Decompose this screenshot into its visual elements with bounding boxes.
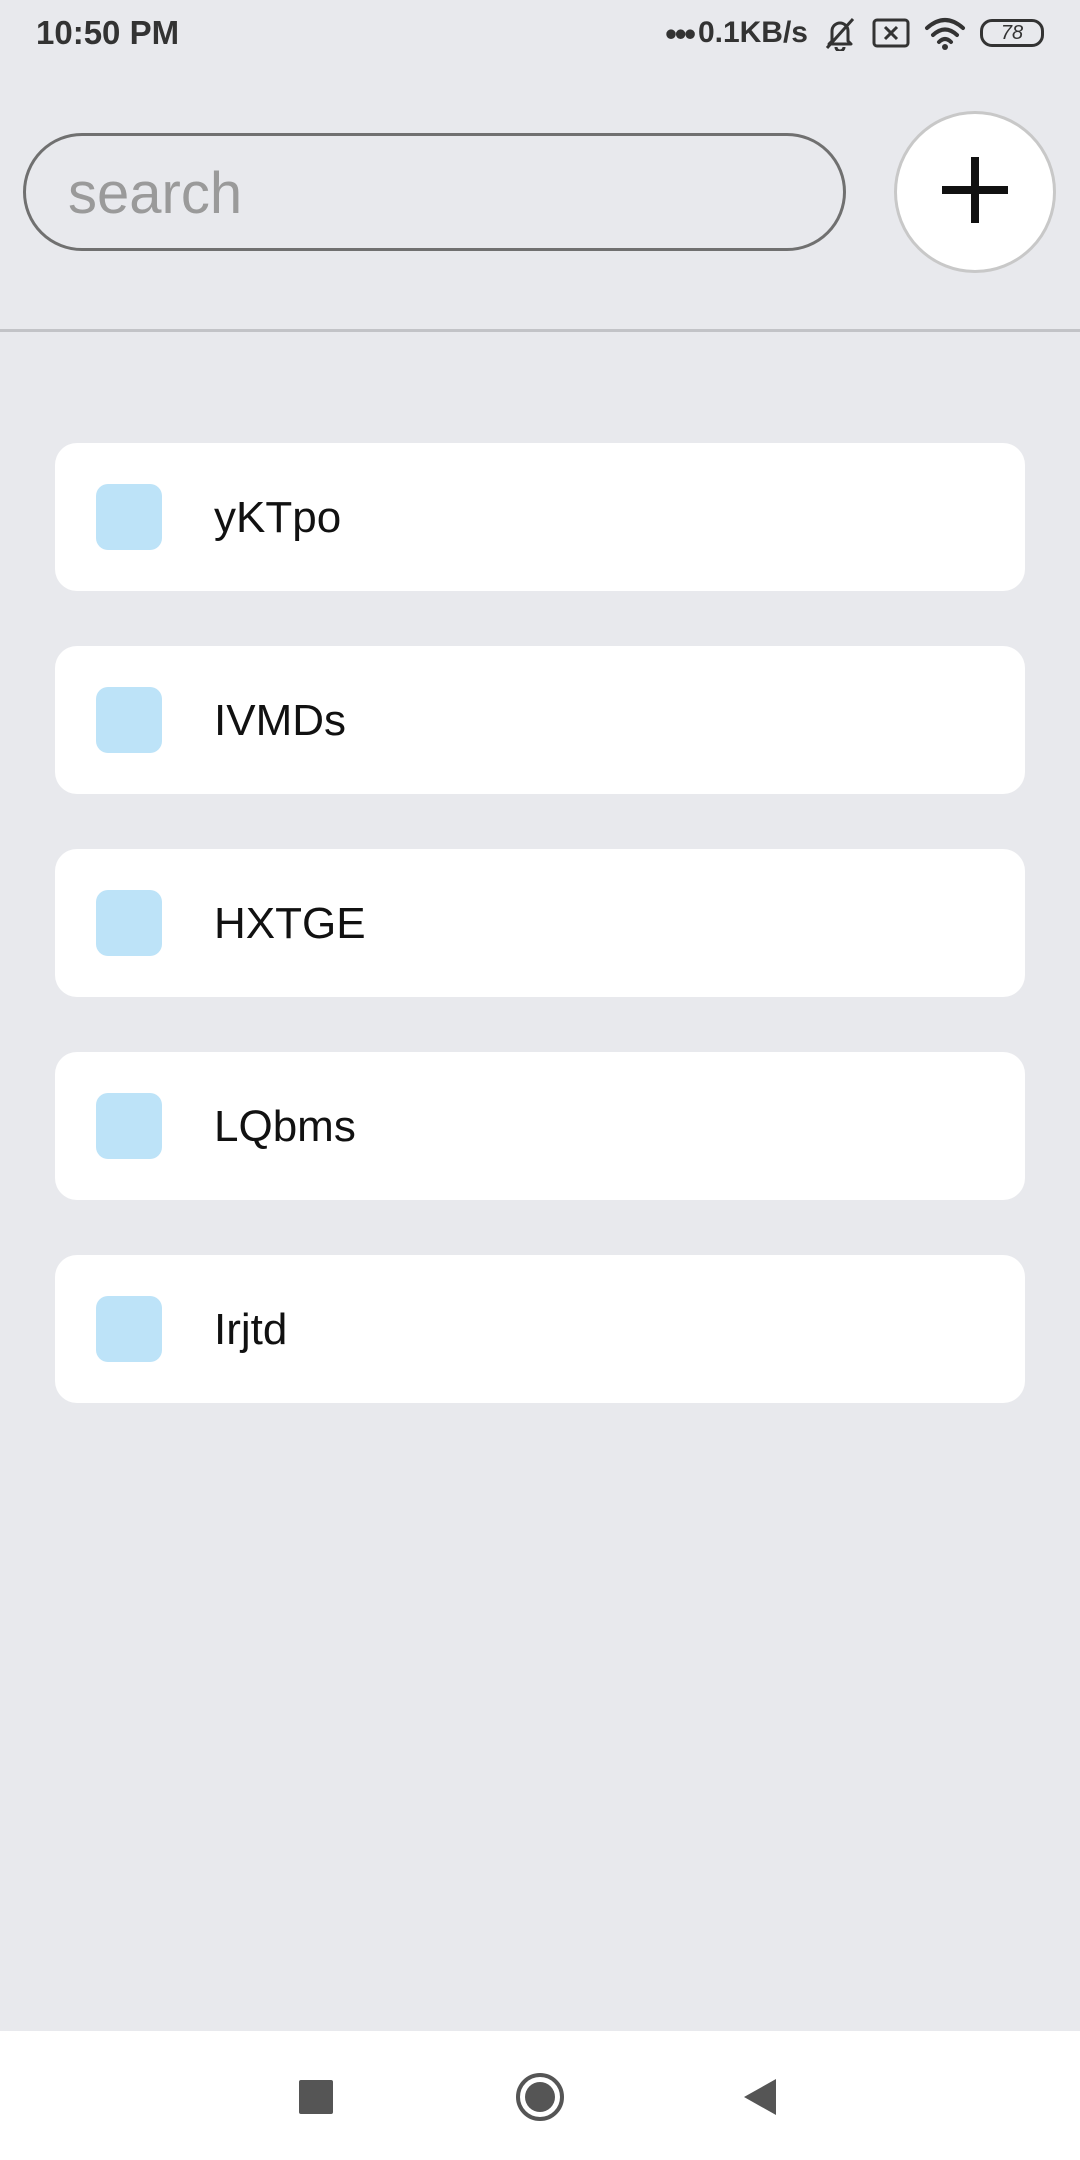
item-color-swatch: [96, 890, 162, 956]
navigation-bar: [0, 2031, 1080, 2160]
item-color-swatch: [96, 1093, 162, 1159]
muted-bell-icon: [822, 15, 858, 51]
item-label: HXTGE: [214, 899, 366, 948]
wifi-icon: [924, 16, 966, 50]
search-input[interactable]: [66, 136, 810, 250]
battery-icon: 78: [980, 19, 1044, 47]
recents-button[interactable]: [286, 2069, 346, 2129]
header-divider: [0, 329, 1080, 332]
battery-level: 78: [1000, 21, 1024, 44]
network-speed: 0.1KB/s: [697, 16, 808, 49]
status-bar: 10:50 PM ••• 0.1KB/s 78: [0, 0, 1080, 66]
recents-square-icon: [299, 2079, 333, 2119]
list-item[interactable]: IVMDs: [55, 646, 1025, 794]
item-label: IVMDs: [214, 696, 346, 745]
status-icons: ••• 0.1KB/s 78: [665, 12, 1044, 54]
item-label: yKTpo: [214, 493, 342, 542]
item-color-swatch: [96, 1296, 162, 1362]
back-button[interactable]: [730, 2069, 790, 2129]
item-color-swatch: [96, 484, 162, 550]
home-circle-icon: [514, 2071, 566, 2128]
sim-error-icon: [872, 17, 910, 49]
notification-dots: •••: [665, 14, 696, 52]
item-list: yKTpo IVMDs HXTGE LQbms Irjtd: [55, 443, 1025, 1458]
list-item[interactable]: HXTGE: [55, 849, 1025, 997]
add-button[interactable]: [894, 111, 1056, 273]
item-label: LQbms: [214, 1102, 356, 1151]
back-triangle-icon: [742, 2077, 778, 2122]
search-bar[interactable]: [23, 133, 846, 251]
list-item[interactable]: LQbms: [55, 1052, 1025, 1200]
status-time: 10:50 PM: [36, 14, 180, 51]
list-item[interactable]: yKTpo: [55, 443, 1025, 591]
item-label: Irjtd: [214, 1305, 288, 1354]
item-color-swatch: [96, 687, 162, 753]
plus-icon: [942, 156, 1008, 228]
home-button[interactable]: [510, 2069, 570, 2129]
list-item[interactable]: Irjtd: [55, 1255, 1025, 1403]
